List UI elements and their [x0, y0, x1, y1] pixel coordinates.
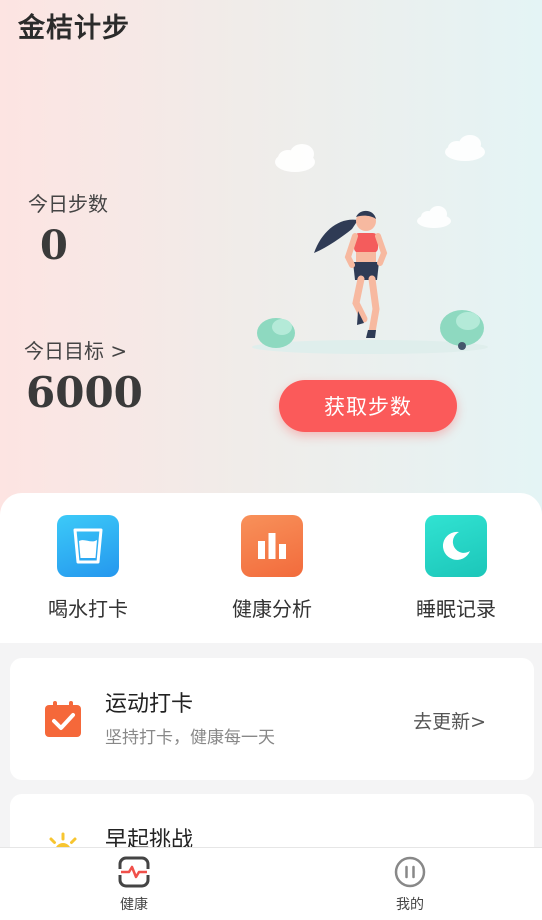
bar-chart-icon — [241, 515, 303, 577]
tab-label: 我的 — [396, 897, 424, 913]
today-steps-label: 今日步数 — [28, 192, 108, 216]
pause-circle-icon — [394, 856, 426, 888]
quick-action-label: 睡眠记录 — [416, 597, 496, 621]
tab-health[interactable]: 健康 — [89, 856, 179, 914]
runner-illustration — [252, 135, 488, 354]
card-subtitle: 坚持打卡，健康每一天 — [105, 728, 275, 748]
quick-action-label: 健康分析 — [232, 597, 312, 621]
update-link[interactable]: 去更新> — [413, 707, 486, 734]
quick-action-health-analysis[interactable]: 健康分析 — [202, 515, 342, 622]
quick-action-sleep[interactable]: 睡眠记录 — [386, 515, 526, 622]
bottom-tab-bar: 健康 我的 — [0, 847, 542, 920]
moon-icon — [425, 515, 487, 577]
app-title: 金桔计步 — [18, 13, 130, 44]
heart-monitor-icon — [118, 856, 150, 888]
quick-action-label: 喝水打卡 — [48, 597, 128, 621]
exercise-checkin-card[interactable]: 运动打卡 坚持打卡，健康每一天 去更新> — [10, 658, 534, 780]
today-goal-value: 6000 — [26, 368, 143, 417]
hero-section: 金桔计步 今日步数 0 今日目标 > 6000 获取步数 — [0, 0, 542, 520]
card-title: 运动打卡 — [105, 692, 194, 717]
today-goal-link[interactable]: 今日目标 > — [24, 335, 127, 364]
tab-label: 健康 — [120, 897, 148, 913]
water-cup-icon — [57, 515, 119, 577]
quick-action-water[interactable]: 喝水打卡 — [18, 515, 158, 622]
quick-actions-panel: 喝水打卡 健康分析 睡眠记录 — [0, 493, 542, 643]
get-steps-button[interactable]: 获取步数 — [279, 380, 457, 432]
today-steps-value: 0 — [40, 222, 68, 269]
tab-mine[interactable]: 我的 — [365, 856, 455, 914]
calendar-check-icon — [45, 701, 81, 737]
